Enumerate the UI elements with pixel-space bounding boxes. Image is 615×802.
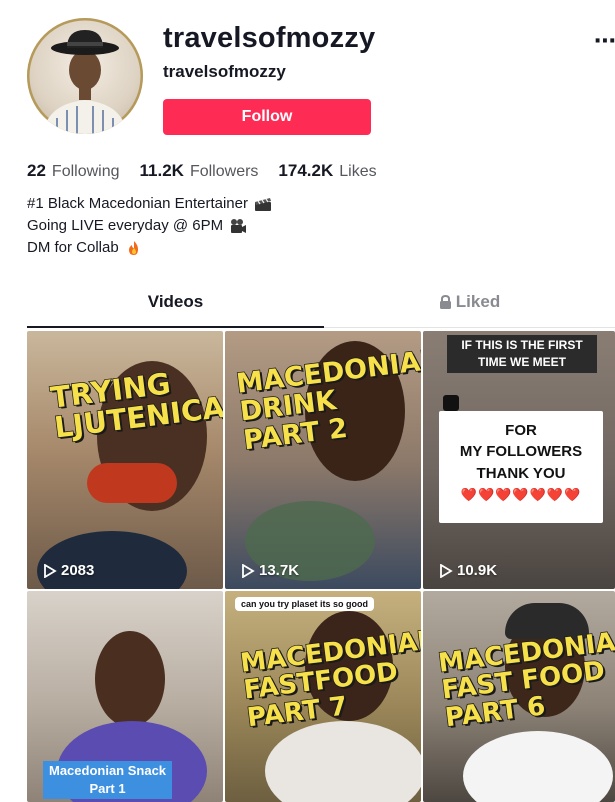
bio-line-text: DM for Collab [27,239,119,256]
stat-following[interactable]: 22 Following [27,161,120,181]
stat-likes-value: 174.2K [278,161,334,180]
bio-line-text: Going LIVE everyday @ 6PM [27,217,224,234]
bio-line-text: #1 Black Macedonian Entertainer [27,195,248,212]
tab-liked[interactable]: Liked [324,292,615,328]
thumbnail-food [87,463,177,503]
stat-likes-label: Likes [339,163,377,180]
lock-icon [439,295,451,309]
profile-stats: 22 Following 11.2K Followers 174.2K Likes [27,161,377,181]
fire-icon [128,241,138,255]
hearts-row: ❤️❤️❤️❤️❤️❤️❤️ [460,487,582,502]
tab-videos-label: Videos [147,292,204,311]
profile-username: travelsofmozzy [163,22,376,54]
tab-liked-label: Liked [455,292,501,311]
video-camera-icon [231,219,247,233]
play-icon [44,563,57,578]
tab-underline [27,326,324,328]
video-tile[interactable]: MACEDONIAN FAST FOOD PART 6 [423,591,615,802]
play-icon [440,563,453,578]
bio-line: Going LIVE everyday @ 6PM [27,215,272,237]
avatar-image [27,18,143,134]
avatar[interactable] [27,18,143,134]
bio-line: DM for Collab [27,237,272,259]
clapper-board-icon [254,198,271,211]
view-count: 2083 [43,562,94,579]
stat-following-value: 22 [27,161,46,180]
follow-button[interactable]: Follow [163,99,371,135]
profile-tabs: Videos Liked [27,292,615,328]
profile-bio: #1 Black Macedonian Entertainer Going LI… [27,193,272,259]
tiktok-logo-icon [443,395,459,411]
video-tile[interactable]: Macedonian Snack Part 1 [27,591,223,802]
video-top-caption: IF THIS IS THE FIRST TIME WE MEET [447,335,597,373]
video-label: Macedonian Snack Part 1 [43,761,173,799]
reply-bubble: can you try plaset its so good [235,597,375,611]
stat-likes: 174.2K Likes [278,161,376,181]
stat-followers-label: Followers [189,163,259,180]
video-tile[interactable]: MACEDONIAN DRINK PART 2 13.7K [225,331,421,589]
tab-videos[interactable]: Videos [27,292,324,328]
play-icon [242,563,255,578]
more-options-icon[interactable]: ⋯ [594,28,615,54]
view-count: 13.7K [241,562,299,579]
video-tile[interactable]: can you try plaset its so good MACEDONIA… [225,591,421,802]
stat-followers[interactable]: 11.2K Followers [140,161,259,181]
profile-nickname: travelsofmozzy [163,62,286,81]
stat-following-label: Following [51,163,120,180]
video-tile[interactable]: TRYING LJUTENICA 2083 [27,331,223,589]
stat-followers-value: 11.2K [139,161,184,180]
video-tile[interactable]: IF THIS IS THE FIRST TIME WE MEET FOR MY… [423,331,615,589]
video-card: FOR MY FOLLOWERS THANK YOU ❤️❤️❤️❤️❤️❤️❤… [439,411,603,523]
view-count: 10.9K [439,562,497,579]
thumbnail-person [95,631,165,727]
bio-line: #1 Black Macedonian Entertainer [27,193,272,215]
